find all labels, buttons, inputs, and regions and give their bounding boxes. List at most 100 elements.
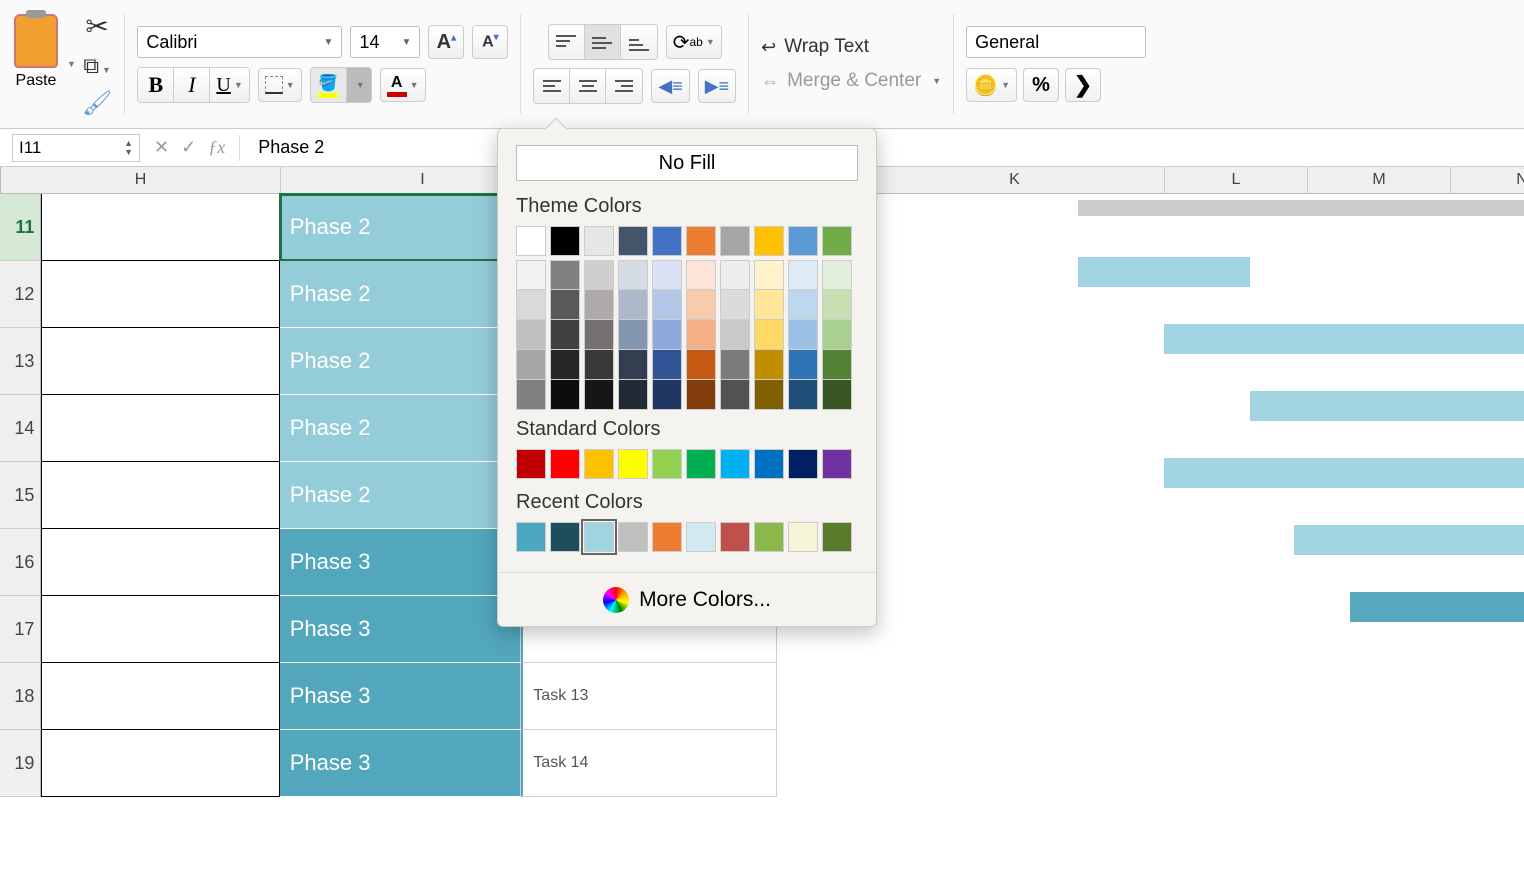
shrink-font-button[interactable]: A▾ [472, 25, 508, 59]
cell-O13[interactable] [1401, 328, 1524, 395]
recent-color-swatch[interactable] [618, 522, 648, 552]
recent-color-swatch[interactable] [686, 522, 716, 552]
theme-shade-swatch[interactable] [720, 290, 750, 320]
theme-shade-swatch[interactable] [686, 380, 716, 410]
theme-color-swatch[interactable] [516, 226, 546, 256]
cell-L15[interactable] [1031, 462, 1154, 529]
cell-O16[interactable] [1401, 529, 1524, 596]
cell-O18[interactable] [1401, 663, 1524, 730]
theme-shade-swatch[interactable] [686, 350, 716, 380]
recent-color-swatch[interactable] [550, 522, 580, 552]
standard-color-swatch[interactable] [550, 449, 580, 479]
theme-shade-swatch[interactable] [618, 320, 648, 350]
italic-button[interactable]: I [174, 68, 210, 102]
cell-J18[interactable]: Task 13 [521, 663, 776, 730]
increase-indent-button[interactable]: ▶≡ [698, 69, 736, 103]
cell-H19[interactable] [41, 730, 279, 797]
cell-I14[interactable]: Phase 2 [280, 395, 522, 462]
theme-shade-swatch[interactable] [754, 350, 784, 380]
theme-color-swatch[interactable] [618, 226, 648, 256]
theme-shade-swatch[interactable] [822, 260, 852, 290]
cell-M14[interactable] [1155, 395, 1278, 462]
theme-shade-swatch[interactable] [754, 290, 784, 320]
theme-color-swatch[interactable] [584, 226, 614, 256]
no-fill-button[interactable]: No Fill [516, 145, 858, 181]
underline-button[interactable]: U▼ [210, 68, 248, 102]
paste-dropdown-arrow[interactable]: ▼ [67, 59, 76, 69]
theme-shade-swatch[interactable] [788, 320, 818, 350]
align-left-button[interactable] [534, 69, 570, 103]
cell-M17[interactable] [1155, 596, 1278, 663]
theme-shade-swatch[interactable] [652, 380, 682, 410]
theme-shade-swatch[interactable] [720, 380, 750, 410]
theme-shade-swatch[interactable] [550, 260, 580, 290]
theme-shade-swatch[interactable] [788, 380, 818, 410]
grow-font-button[interactable]: A▴ [428, 25, 464, 59]
cell-O11[interactable] [1401, 194, 1524, 261]
cell-N14[interactable] [1278, 395, 1401, 462]
bold-button[interactable]: B [138, 68, 174, 102]
theme-shade-swatch[interactable] [516, 290, 546, 320]
theme-shade-swatch[interactable] [516, 350, 546, 380]
theme-shade-swatch[interactable] [754, 380, 784, 410]
currency-button[interactable]: 🪙▼ [966, 68, 1017, 102]
cell-I17[interactable]: Phase 3 [280, 596, 522, 663]
fx-icon[interactable]: ƒx [208, 137, 225, 158]
decrease-indent-button[interactable]: ◀≡ [651, 69, 689, 103]
cell-H15[interactable] [41, 462, 279, 529]
font-size-select[interactable]: 14 ▼ [350, 26, 420, 58]
theme-shade-swatch[interactable] [652, 320, 682, 350]
cell-M18[interactable] [1155, 663, 1278, 730]
row-header[interactable]: 19 [0, 730, 41, 797]
theme-color-swatch[interactable] [652, 226, 682, 256]
font-color-button[interactable]: A▼ [380, 68, 426, 102]
cell-I12[interactable]: Phase 2 [280, 261, 522, 328]
standard-color-swatch[interactable] [516, 449, 546, 479]
cell-L13[interactable] [1031, 328, 1154, 395]
theme-shade-swatch[interactable] [550, 290, 580, 320]
theme-color-swatch[interactable] [822, 226, 852, 256]
cell-N11[interactable] [1278, 194, 1401, 261]
cell-M19[interactable] [1155, 730, 1278, 797]
standard-color-swatch[interactable] [720, 449, 750, 479]
cell-H12[interactable] [41, 261, 279, 328]
theme-shade-swatch[interactable] [516, 380, 546, 410]
theme-shade-swatch[interactable] [822, 380, 852, 410]
cell-L17[interactable] [1031, 596, 1154, 663]
row-header[interactable]: 11 [0, 194, 41, 261]
cell-H17[interactable] [41, 596, 279, 663]
theme-shade-swatch[interactable] [516, 320, 546, 350]
cell-L19[interactable] [1031, 730, 1154, 797]
cell-O15[interactable] [1401, 462, 1524, 529]
cell-M13[interactable] [1155, 328, 1278, 395]
cell-I11[interactable]: Phase 2 [280, 194, 522, 261]
cell-K18[interactable] [777, 663, 1032, 730]
theme-shade-swatch[interactable] [618, 380, 648, 410]
theme-shade-swatch[interactable] [686, 260, 716, 290]
cut-icon[interactable]: ✂ [85, 10, 108, 43]
cell-M15[interactable] [1155, 462, 1278, 529]
cell-H16[interactable] [41, 529, 279, 596]
theme-color-swatch[interactable] [754, 226, 784, 256]
theme-shade-swatch[interactable] [584, 290, 614, 320]
theme-shade-swatch[interactable] [618, 260, 648, 290]
theme-shade-swatch[interactable] [754, 320, 784, 350]
cell-N13[interactable] [1278, 328, 1401, 395]
cell-L11[interactable] [1031, 194, 1154, 261]
font-family-select[interactable]: Calibri ▼ [137, 26, 342, 58]
merge-center-button[interactable]: ⇔ Merge & Center ▼ [761, 70, 941, 92]
theme-color-swatch[interactable] [788, 226, 818, 256]
row-header[interactable]: 13 [0, 328, 41, 395]
cell-O19[interactable] [1401, 730, 1524, 797]
standard-color-swatch[interactable] [686, 449, 716, 479]
cell-N16[interactable] [1278, 529, 1401, 596]
row-header[interactable]: 16 [0, 529, 41, 596]
copy-icon[interactable]: ⧉▼ [83, 53, 111, 79]
align-middle-button[interactable] [585, 25, 621, 59]
cell-I15[interactable]: Phase 2 [280, 462, 522, 529]
theme-shade-swatch[interactable] [822, 350, 852, 380]
cell-N17[interactable] [1278, 596, 1401, 663]
cell-H11[interactable] [41, 194, 279, 261]
cell-M16[interactable] [1155, 529, 1278, 596]
fill-color-dropdown[interactable]: ▼ [347, 68, 371, 102]
